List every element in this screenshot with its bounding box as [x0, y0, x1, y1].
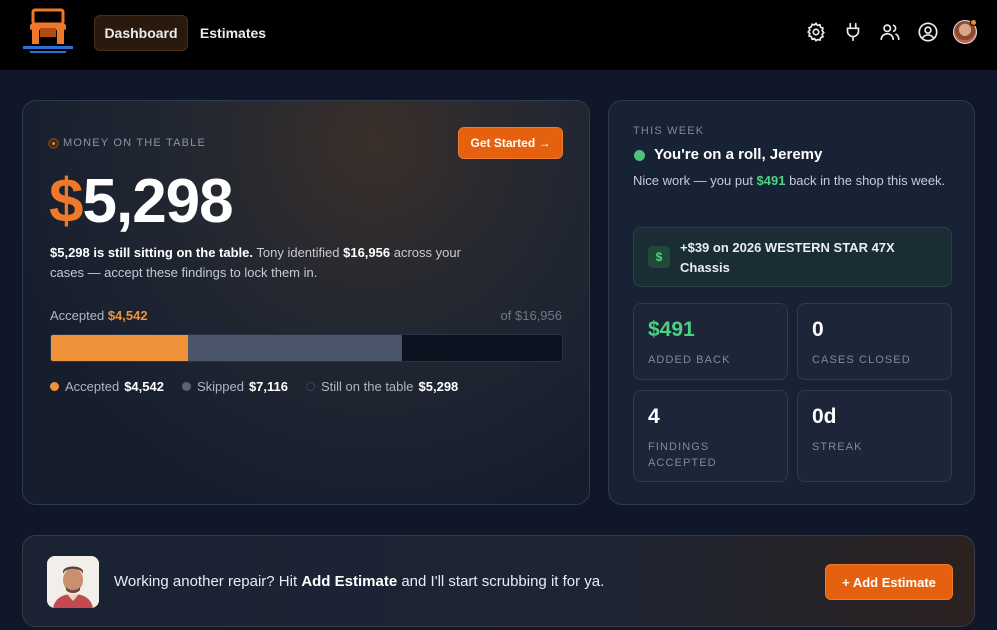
legend-label: Still on the table — [321, 379, 414, 394]
progress-legend: Accepted $4,542 Skipped $7,116 Still on th… — [50, 379, 476, 394]
add-estimate-banner: Working another repair? Hit Add Estimate… — [22, 535, 975, 627]
money-on-table-card: MONEY ON THE TABLE Get Started → $5,298 … — [22, 100, 590, 505]
week-title: You're on a roll, Jeremy — [654, 146, 823, 163]
legend-dot — [181, 382, 191, 391]
week-label: THIS WEEK — [633, 125, 705, 137]
desc-bold-2: $16,956 — [343, 245, 391, 260]
dollar-icon: $ — [648, 246, 670, 268]
progress-accepted — [51, 335, 188, 361]
nav-dashboard[interactable]: Dashboard — [94, 15, 188, 51]
stat-value: $491 — [648, 318, 695, 341]
status-dot — [634, 150, 645, 161]
week-desc-post: back in the shop this week. — [785, 173, 946, 188]
legend-dot — [306, 382, 315, 391]
banner-text-bold: Add Estimate — [301, 573, 398, 590]
notification-dot — [970, 19, 977, 26]
legend-accepted: Accepted $4,542 — [50, 379, 164, 394]
recent-gain[interactable]: $ +$39 on 2026 WESTERN STAR 47X Chassis — [633, 227, 952, 287]
stat-value: 4 — [648, 405, 660, 428]
legend-dot — [50, 382, 59, 391]
currency-symbol: $ — [49, 167, 83, 236]
progress-bar — [50, 334, 563, 362]
money-description: $5,298 is still sitting on the table. To… — [50, 243, 470, 283]
stat-value: 0d — [812, 405, 837, 428]
legend-value: $4,542 — [124, 379, 164, 394]
accepted-label: Accepted — [50, 308, 105, 323]
gear-icon[interactable] — [805, 21, 827, 43]
desc-text-1: Tony identified — [253, 245, 344, 260]
get-started-button[interactable]: Get Started → — [458, 127, 563, 159]
top-bar: Dashboard Estimates — [0, 0, 997, 70]
card-label: MONEY ON THE TABLE — [63, 137, 207, 149]
legend-skipped: Skipped $7,116 — [181, 379, 288, 394]
gain-text: +$39 on 2026 WESTERN STAR 47X Chassis — [680, 240, 895, 275]
banner-text: Working another repair? Hit Add Estimate… — [114, 573, 604, 590]
this-week-card: THIS WEEK You're on a roll, Jeremy Nice … — [608, 100, 975, 505]
stat-label: FINDINGS ACCEPTED — [648, 441, 717, 469]
legend-label: Accepted — [65, 379, 120, 394]
legend-remaining: Still on the table $5,298 — [306, 379, 458, 394]
total-label: of $16,956 — [500, 308, 562, 323]
nav-estimates[interactable]: Estimates — [190, 15, 276, 51]
week-desc-pre: Nice work — you put — [633, 173, 757, 188]
legend-value: $7,116 — [248, 379, 288, 394]
progress-skipped — [187, 335, 403, 361]
add-estimate-button[interactable]: + Add Estimate — [825, 564, 953, 600]
stat-added-back: $491 ADDED BACK — [633, 303, 788, 380]
legend-label: Skipped — [196, 379, 244, 394]
legend-value: $5,298 — [418, 379, 459, 394]
accepted-value: $4,542 — [107, 308, 148, 323]
stat-value: 0 — [812, 318, 824, 341]
banner-text-post: and I'll start scrubbing it for ya. — [397, 573, 605, 590]
desc-bold-1: $5,298 is still sitting on the table. — [50, 245, 253, 260]
week-description: Nice work — you put $491 back in the sho… — [633, 171, 953, 191]
stat-streak: 0d STREAK — [797, 390, 952, 482]
user-circle-icon[interactable] — [917, 21, 939, 43]
logo-icon[interactable] — [20, 6, 76, 58]
money-amount: $5,298 — [49, 165, 234, 239]
stat-findings-accepted: 4 FINDINGS ACCEPTED — [633, 390, 788, 482]
banner-text-pre: Working another repair? Hit — [114, 573, 302, 590]
accepted-summary: Accepted $4,542 — [50, 308, 148, 323]
stat-label: CASES CLOSED — [812, 354, 911, 366]
plug-icon[interactable] — [842, 21, 864, 43]
amount-value: 5,298 — [82, 167, 233, 236]
users-icon[interactable] — [879, 21, 901, 43]
stat-cases-closed: 0 CASES CLOSED — [797, 303, 952, 380]
week-desc-amount: $491 — [756, 173, 786, 188]
target-icon — [48, 138, 59, 149]
stat-label: ADDED BACK — [648, 354, 731, 366]
tony-avatar — [47, 556, 99, 608]
stat-label: STREAK — [812, 441, 863, 453]
